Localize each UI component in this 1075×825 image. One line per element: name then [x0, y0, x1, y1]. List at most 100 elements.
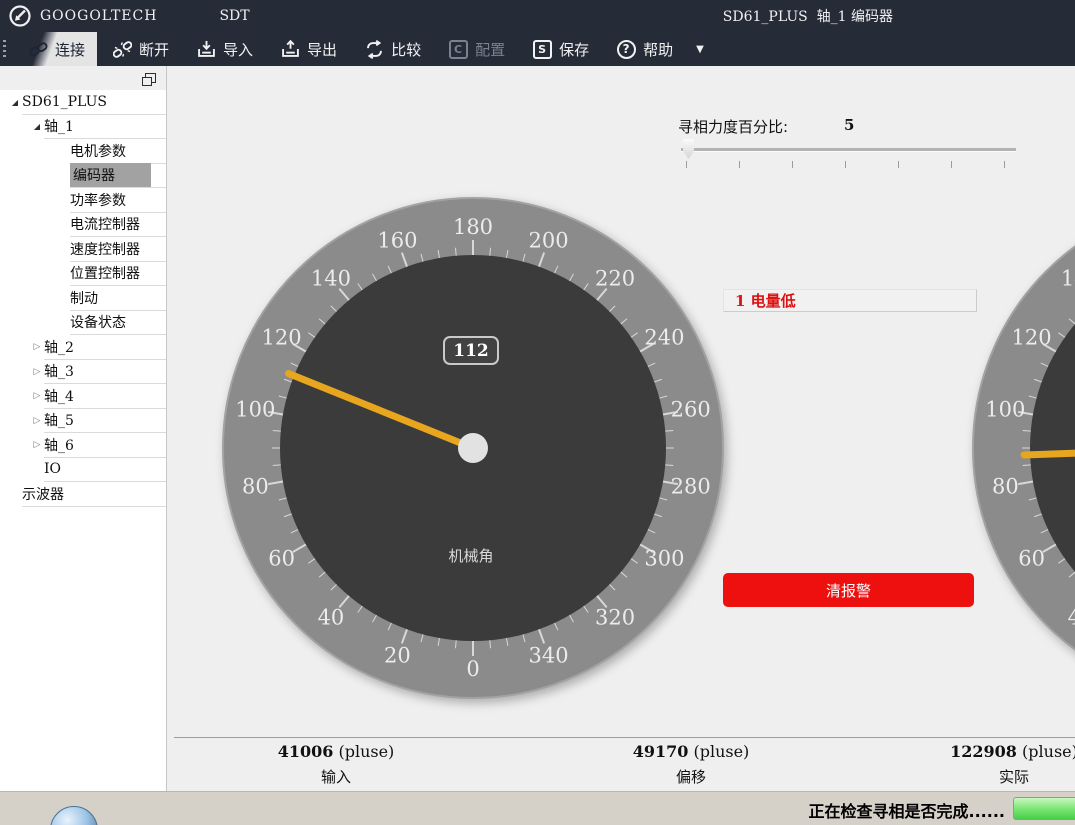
- float-window-icon[interactable]: [145, 73, 156, 83]
- tree-indent: [8, 482, 22, 507]
- sidebar-item-io[interactable]: IO: [0, 458, 166, 483]
- sidebar-item-position-controller[interactable]: 位置控制器: [0, 262, 166, 287]
- toolbar-item-label: 帮助: [643, 39, 673, 60]
- toolbar-item-export[interactable]: 导出: [268, 32, 349, 66]
- sidebar-item-label: 轴_4: [44, 386, 74, 406]
- tree-indent: [30, 458, 44, 483]
- config-icon: C: [448, 39, 468, 59]
- svg-text:60: 60: [1018, 547, 1045, 571]
- sidebar-item-axis-4[interactable]: ▷ 轴_4: [0, 384, 166, 409]
- svg-text:300: 300: [644, 547, 684, 571]
- readout-separator: [174, 737, 1075, 738]
- chain-icon: [28, 39, 48, 59]
- toolbar-items: 连接 断开 导入 导出 比较 C 配置 S 保存 ? 帮助: [16, 32, 688, 66]
- sidebar-item-axis-3[interactable]: ▷ 轴_3: [0, 360, 166, 385]
- alarm-item[interactable]: 1 电量低: [723, 289, 977, 312]
- toolbar-item-save[interactable]: S 保存: [520, 32, 601, 66]
- toolbar-item-label: 配置: [475, 39, 505, 60]
- expand-closed-icon[interactable]: ▷: [30, 335, 44, 360]
- expand-closed-icon[interactable]: ▷: [30, 433, 44, 458]
- sidebar-item-brake[interactable]: 制动: [0, 286, 166, 311]
- sidebar-item-label: 速度控制器: [70, 239, 140, 259]
- svg-text:120: 120: [262, 326, 302, 350]
- sidebar-item-axis-2[interactable]: ▷ 轴_2: [0, 335, 166, 360]
- readout-实际: 122908 (pluse) 实际: [904, 742, 1075, 787]
- toolbar-item-label: 连接: [55, 39, 85, 60]
- svg-text:160: 160: [377, 228, 417, 252]
- sidebar-item-current-controller[interactable]: 电流控制器: [0, 213, 166, 238]
- sidebar-item-oscilloscope[interactable]: 示波器: [0, 482, 166, 507]
- sdt-application-window: GOOGOLTECH SDT SD61_PLUS 轴_1 编码器 连接 断开 导…: [0, 0, 1075, 825]
- toolbar-drag-handle[interactable]: [3, 40, 6, 60]
- slider-tick-marks: [686, 161, 1018, 168]
- toolbar-item-compare[interactable]: 比较: [352, 32, 433, 66]
- svg-text:80: 80: [242, 474, 269, 498]
- svg-text:20: 20: [384, 644, 411, 668]
- sidebar-item-label: 功率参数: [70, 190, 126, 210]
- svg-text:200: 200: [529, 228, 569, 252]
- readout-偏移: 49170 (pluse) 偏移: [581, 742, 801, 787]
- sidebar-item-speed-controller[interactable]: 速度控制器: [0, 237, 166, 262]
- toolbar-item-label: 断开: [139, 39, 169, 60]
- svg-text:120: 120: [1012, 326, 1052, 350]
- tree-indent: [56, 286, 70, 311]
- toolbar-item-label: 保存: [559, 39, 589, 60]
- svg-text:220: 220: [595, 267, 635, 291]
- tree-indent: [56, 311, 70, 336]
- device-tree: ◢ SD61_PLUS ◢ 轴_1 电机参数 编码器 功率参数 电流控制器 速度…: [0, 90, 166, 507]
- expand-open-icon[interactable]: ◢: [30, 115, 44, 140]
- sidebar-item-label: 电流控制器: [70, 214, 140, 234]
- svg-text:320: 320: [595, 605, 635, 629]
- expand-closed-icon[interactable]: ▷: [30, 384, 44, 409]
- sidebar-item-label: 轴_1: [44, 116, 74, 136]
- toolbar-item-config[interactable]: C 配置: [436, 32, 517, 66]
- toolbar-item-disconnect[interactable]: 断开: [100, 32, 181, 66]
- tree-indent: [56, 262, 70, 287]
- svg-text:260: 260: [671, 398, 711, 422]
- clear-alarm-button[interactable]: 清报警: [723, 573, 974, 607]
- app-name: SDT: [219, 8, 249, 24]
- chevron-down-icon[interactable]: ▼: [688, 44, 712, 55]
- svg-text:60: 60: [268, 547, 295, 571]
- sidebar-item-axis-5[interactable]: ▷ 轴_5: [0, 409, 166, 434]
- readout-value: 41006 (pluse): [226, 742, 446, 761]
- phase-finding-strength-slider-thumb[interactable]: [683, 139, 694, 159]
- tree-indent: [56, 164, 70, 189]
- tree-indent: [56, 237, 70, 262]
- expand-closed-icon[interactable]: ▷: [30, 409, 44, 434]
- toolbar-item-import[interactable]: 导入: [184, 32, 265, 66]
- save-icon: S: [532, 39, 552, 59]
- tree-indent: [56, 213, 70, 238]
- alarm-list: 1 电量低: [723, 289, 977, 312]
- connection-sphere-icon: [50, 806, 98, 825]
- svg-text:80: 80: [992, 474, 1019, 498]
- toolbar-item-label: 导入: [223, 39, 253, 60]
- svg-text:180: 180: [453, 215, 493, 239]
- sidebar-item-power-params[interactable]: 功率参数: [0, 188, 166, 213]
- expand-closed-icon[interactable]: ▷: [30, 360, 44, 385]
- svg-text:机械角: 机械角: [448, 547, 493, 565]
- phase-finding-strength-slider-track[interactable]: [681, 148, 1016, 152]
- toolbar-item-connect[interactable]: 连接: [16, 32, 97, 66]
- sidebar-item-motor-params[interactable]: 电机参数: [0, 139, 166, 164]
- sidebar-item-axis-1[interactable]: ◢ 轴_1: [0, 115, 166, 140]
- readout-label: 输入: [226, 766, 446, 787]
- sidebar-item-encoder[interactable]: 编码器: [0, 164, 166, 189]
- tree-indent: [56, 188, 70, 213]
- sidebar-item-device-status[interactable]: 设备状态: [0, 311, 166, 336]
- sidebar-item-sd61-plus[interactable]: ◢ SD61_PLUS: [0, 90, 166, 115]
- svg-text:112: 112: [453, 341, 489, 361]
- machine-angle-gauge: 0204060801001201401601802002202402602803…: [213, 188, 733, 708]
- readout-value: 49170 (pluse): [581, 742, 801, 761]
- tree-indent: [56, 139, 70, 164]
- svg-text:240: 240: [644, 326, 684, 350]
- sidebar-item-label: 轴_5: [44, 410, 74, 430]
- sidebar-item-axis-6[interactable]: ▷ 轴_6: [0, 433, 166, 458]
- readout-输入: 41006 (pluse) 输入: [226, 742, 446, 787]
- svg-text:40: 40: [318, 605, 345, 629]
- phase-finding-strength-label: 寻相力度百分比:: [678, 116, 788, 137]
- export-icon: [280, 39, 300, 59]
- toolbar-item-help[interactable]: ? 帮助: [604, 32, 685, 66]
- expand-open-icon[interactable]: ◢: [8, 90, 22, 115]
- svg-text:340: 340: [529, 644, 569, 668]
